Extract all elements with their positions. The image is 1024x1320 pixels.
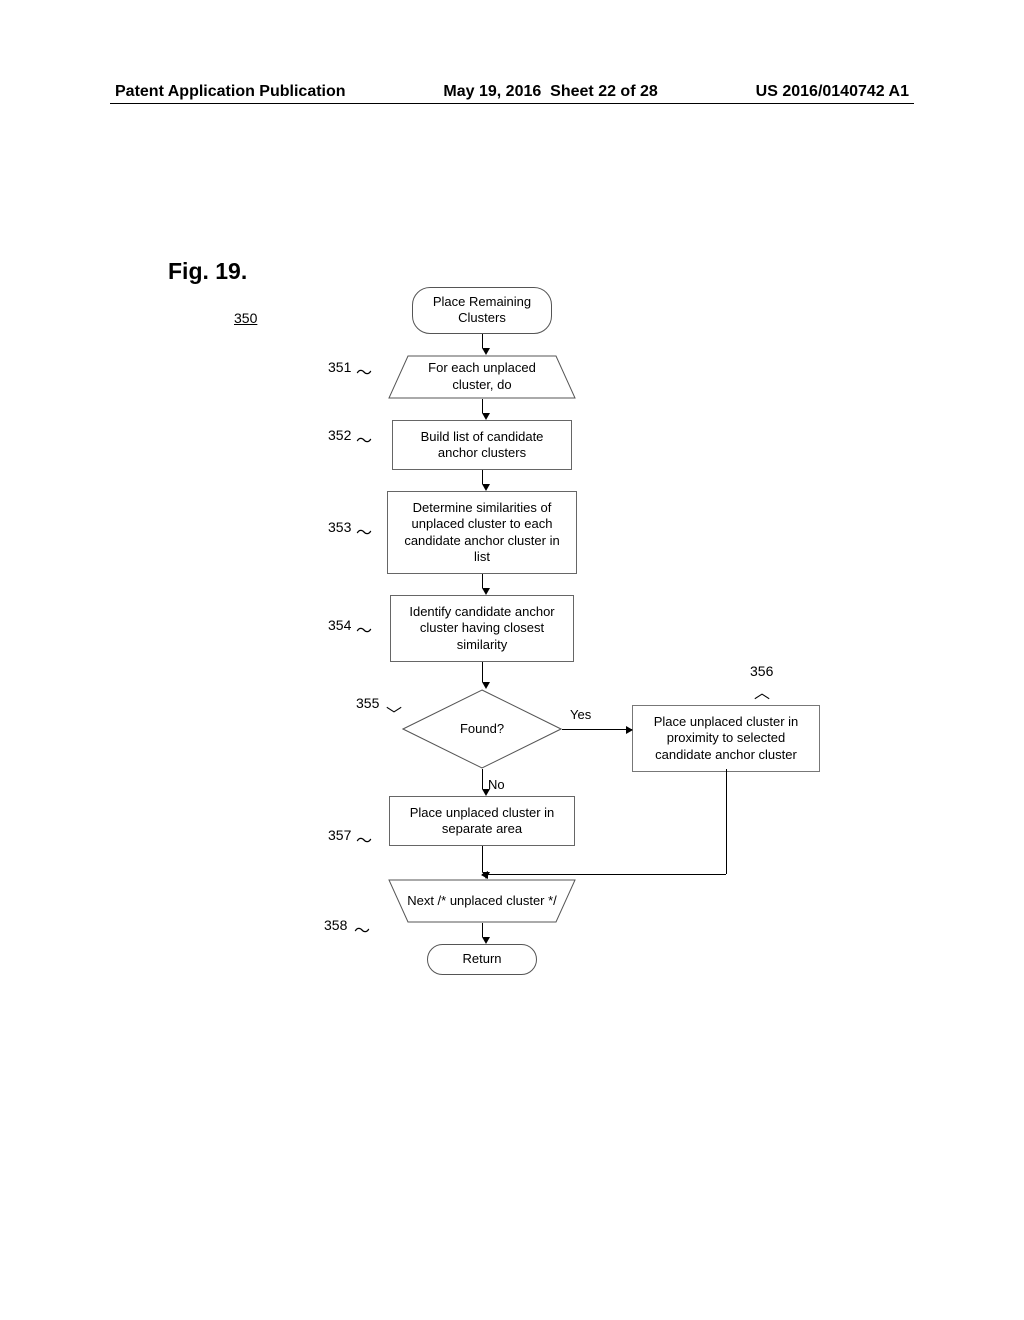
process-354: Identify candidate anchor cluster having…: [390, 595, 574, 662]
arrow-yes: [562, 729, 632, 730]
squiggle-icon: ﹀: [386, 701, 402, 725]
ref-352: 352: [328, 427, 351, 443]
ref-356: 356: [750, 663, 773, 679]
page-header: Patent Application Publication May 19, 2…: [115, 83, 909, 101]
header-date-sheet: May 19, 2016 Sheet 22 of 28: [443, 83, 657, 101]
loop-end: Next /* unplaced cluster */: [388, 879, 576, 923]
squiggle-icon: 〜: [356, 427, 372, 451]
process-357: Place unplaced cluster in separate area: [389, 796, 575, 847]
header-rule: [110, 103, 914, 104]
decision-found: Found?: [402, 689, 562, 769]
squiggle-icon: 〜: [356, 359, 372, 383]
squiggle-icon: 〜: [356, 617, 372, 641]
branch-yes-label: Yes: [570, 707, 591, 722]
loop-start: For each unplaced cluster, do: [388, 355, 576, 399]
branch-no-label: No: [488, 777, 505, 792]
figure-label: Fig. 19.: [168, 258, 247, 285]
flowchart: Place Remaining Clusters For each unplac…: [310, 287, 880, 975]
squiggle-icon: 〜: [356, 519, 372, 543]
squiggle-icon: 〜: [354, 917, 370, 941]
header-pub-type: Patent Application Publication: [115, 83, 346, 101]
ref-350: 350: [234, 310, 257, 326]
ref-353: 353: [328, 519, 351, 535]
ref-355: 355: [356, 695, 379, 711]
connector-line: [726, 769, 727, 874]
squiggle-icon: 〜: [356, 827, 372, 851]
ref-351: 351: [328, 359, 351, 375]
header-pub-number: US 2016/0140742 A1: [756, 83, 909, 101]
terminator-start: Place Remaining Clusters: [412, 287, 552, 334]
ref-358: 358: [324, 917, 347, 933]
ref-354: 354: [328, 617, 351, 633]
process-353: Determine similarities of unplaced clust…: [387, 491, 577, 574]
process-352: Build list of candidate anchor clusters: [392, 420, 572, 471]
ref-357: 357: [328, 827, 351, 843]
process-356: Place unplaced cluster in proximity to s…: [632, 705, 820, 772]
squiggle-icon: ﹀: [754, 681, 770, 705]
arrow-merge: [482, 874, 726, 875]
terminator-return: Return: [427, 944, 537, 974]
